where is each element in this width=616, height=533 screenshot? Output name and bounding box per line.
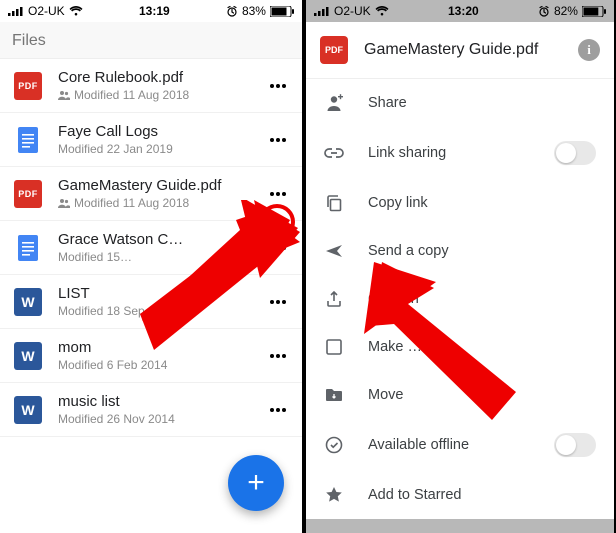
actions-sheet: PDF GameMastery Guide.pdf i Share Link sh… — [306, 22, 614, 519]
pdf-badge-icon: PDF — [320, 36, 348, 64]
file-name: Core Rulebook.pdf — [58, 69, 264, 86]
file-list: PDF Core Rulebook.pdf Modified 11 Aug 2018… — [0, 59, 302, 437]
more-options-icon[interactable] — [264, 342, 292, 370]
pdf-icon: PDF — [14, 72, 42, 100]
phone-right: O2-UK 13:20 82% PDF GameMastery Guide.pd… — [306, 0, 614, 533]
file-name: LIST — [58, 285, 264, 302]
more-options-icon[interactable] — [264, 288, 292, 316]
pdf-icon: PDF — [14, 180, 42, 208]
file-name: GameMastery Guide.pdf — [58, 177, 264, 194]
menu-item-offline[interactable]: Available offline — [306, 419, 614, 471]
more-options-icon[interactable] — [264, 396, 292, 424]
menu-item-person-add[interactable]: Share — [306, 79, 614, 127]
menu-item-make[interactable]: Make … — [306, 323, 614, 371]
menu-item-label: Make … — [368, 339, 422, 355]
menu-item-label: Share — [368, 95, 407, 111]
file-name: mom — [58, 339, 264, 356]
file-name: Faye Call Logs — [58, 123, 264, 140]
file-meta: Modified 6 Feb 2014 — [58, 358, 264, 372]
status-bar: O2-UK 13:19 83% — [0, 0, 302, 22]
toggle-switch[interactable] — [554, 433, 596, 457]
menu-item-label: Open in — [368, 291, 419, 307]
file-row[interactable]: Grace Watson C… Modified 15… — [0, 221, 302, 275]
battery-pct-label: 83% — [242, 4, 266, 18]
signal-bars-icon — [8, 6, 24, 16]
send-icon — [324, 241, 344, 261]
file-meta: Modified 18 Sep 2014 — [58, 304, 264, 318]
wifi-icon — [375, 6, 389, 16]
actions-menu: Share Link sharing Copy link Send a copy Ope… — [306, 79, 614, 519]
copy-icon — [324, 193, 344, 213]
wifi-icon — [69, 6, 83, 16]
file-row[interactable]: W LIST Modified 18 Sep 2014 — [0, 275, 302, 329]
menu-item-move[interactable]: Move — [306, 371, 614, 419]
menu-item-link[interactable]: Link sharing — [306, 127, 614, 179]
gdoc-icon — [14, 234, 42, 262]
link-icon — [324, 143, 344, 163]
battery-pct-label: 82% — [554, 4, 578, 18]
file-meta: Modified 22 Jan 2019 — [58, 142, 264, 156]
more-options-icon[interactable] — [264, 234, 292, 262]
offline-icon — [324, 435, 344, 455]
word-icon: W — [14, 396, 42, 424]
menu-item-open-in[interactable]: Open in — [306, 275, 614, 323]
menu-item-label: Link sharing — [368, 145, 446, 161]
gdoc-icon — [14, 126, 42, 154]
carrier-label: O2-UK — [28, 4, 65, 18]
sheet-header: PDF GameMastery Guide.pdf i — [306, 22, 614, 79]
clock-label: 13:19 — [139, 4, 170, 18]
file-row[interactable]: PDF Core Rulebook.pdf Modified 11 Aug 2018 — [0, 59, 302, 113]
carrier-label: O2-UK — [334, 4, 371, 18]
file-name: music list — [58, 393, 264, 410]
menu-item-label: Add to Starred — [368, 487, 462, 503]
file-meta: Modified 15… — [58, 250, 264, 264]
phone-left: O2-UK 13:19 83% Files PDF Core Rulebook.p… — [0, 0, 302, 533]
word-icon: W — [14, 288, 42, 316]
clock-label: 13:20 — [448, 4, 479, 18]
new-file-fab[interactable]: + — [228, 455, 284, 511]
star-icon — [324, 485, 344, 505]
menu-item-copy[interactable]: Copy link — [306, 179, 614, 227]
file-row[interactable]: PDF GameMastery Guide.pdf Modified 11 Aug … — [0, 167, 302, 221]
move-icon — [324, 385, 344, 405]
plus-icon: + — [247, 466, 265, 500]
menu-item-label: Available offline — [368, 437, 469, 453]
file-row[interactable]: Wmom Modified 6 Feb 2014 — [0, 329, 302, 383]
menu-item-send[interactable]: Send a copy — [306, 227, 614, 275]
page-title: Files — [0, 22, 302, 59]
menu-item-star[interactable]: Add to Starred — [306, 471, 614, 519]
file-row[interactable]: Faye Call Logs Modified 22 Jan 2019 — [0, 113, 302, 167]
person-add-icon — [324, 93, 344, 113]
file-meta: Modified 26 Nov 2014 — [58, 412, 264, 426]
file-name: Grace Watson C… — [58, 231, 264, 248]
file-meta: Modified 11 Aug 2018 — [58, 88, 264, 102]
word-icon: W — [14, 342, 42, 370]
sheet-title: GameMastery Guide.pdf — [364, 41, 562, 59]
alarm-icon — [226, 5, 238, 17]
toggle-switch[interactable] — [554, 141, 596, 165]
alarm-icon — [538, 5, 550, 17]
more-options-icon[interactable] — [264, 180, 292, 208]
menu-item-label: Copy link — [368, 195, 428, 211]
battery-icon — [582, 6, 606, 17]
make-icon — [324, 337, 344, 357]
file-row[interactable]: Wmusic list Modified 26 Nov 2014 — [0, 383, 302, 437]
open-in-icon — [324, 289, 344, 309]
info-icon[interactable]: i — [578, 39, 600, 61]
status-bar: O2-UK 13:20 82% — [306, 0, 614, 22]
more-options-icon[interactable] — [264, 126, 292, 154]
more-options-icon[interactable] — [264, 72, 292, 100]
menu-item-label: Send a copy — [368, 243, 449, 259]
signal-bars-icon — [314, 6, 330, 16]
menu-item-label: Move — [368, 387, 403, 403]
battery-icon — [270, 6, 294, 17]
file-meta: Modified 11 Aug 2018 — [58, 196, 264, 210]
